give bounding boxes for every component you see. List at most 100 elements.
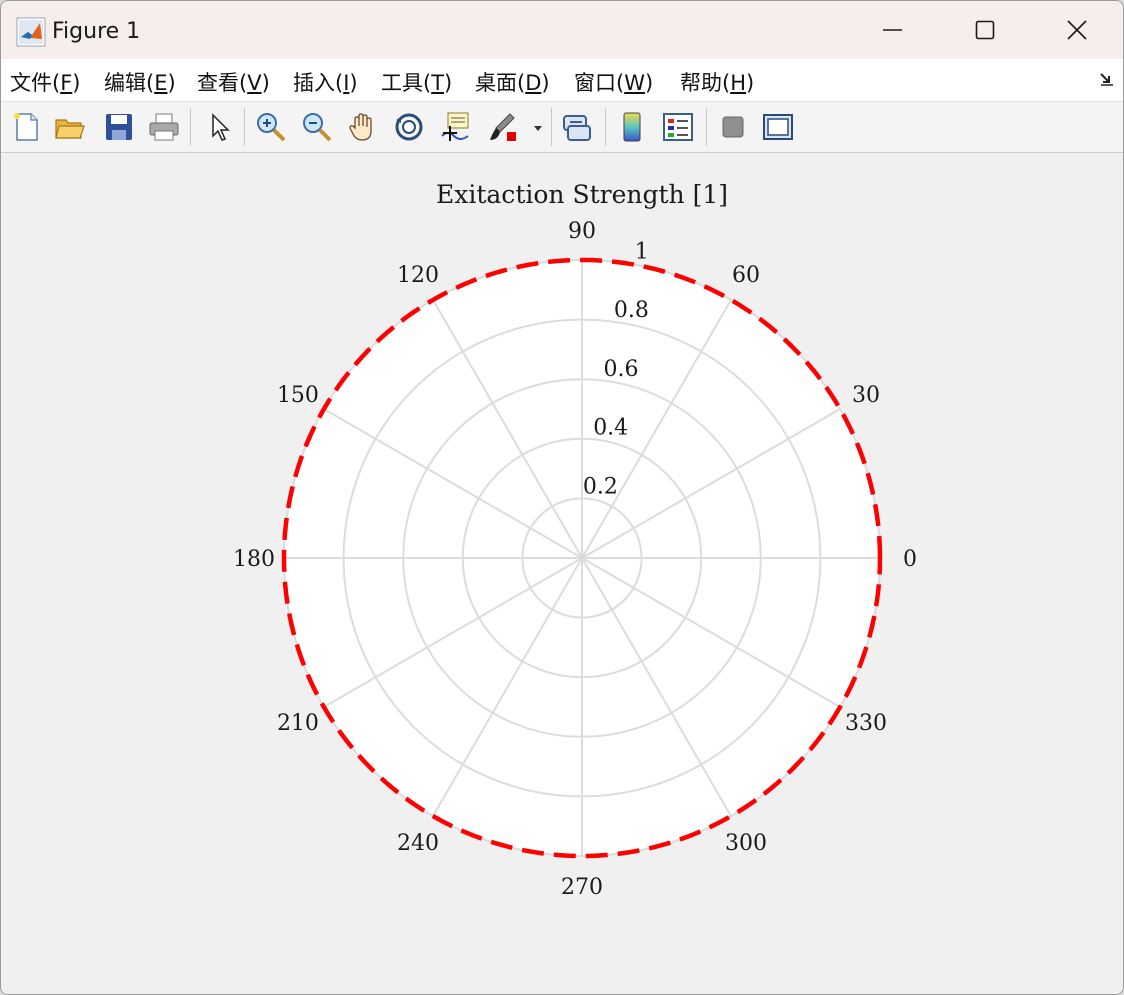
menu-desktop-suffix: ) bbox=[541, 71, 550, 95]
theta-tick-label: 120 bbox=[397, 263, 439, 288]
matlab-logo-icon bbox=[16, 17, 46, 47]
maximize-button[interactable] bbox=[939, 1, 1031, 59]
hide-plot-tools-button[interactable] bbox=[716, 110, 750, 144]
pointer-icon bbox=[212, 113, 230, 141]
menu-insert-label: 插入( bbox=[293, 71, 344, 95]
open-file-button[interactable] bbox=[53, 110, 87, 144]
save-button[interactable] bbox=[102, 110, 136, 144]
save-icon bbox=[106, 114, 132, 140]
dock-figure-icon[interactable] bbox=[1099, 71, 1115, 87]
new-figure-button[interactable] bbox=[9, 110, 43, 144]
menu-window[interactable]: 窗口(W) bbox=[574, 67, 653, 97]
menu-view[interactable]: 查看(V) bbox=[197, 67, 270, 97]
print-icon bbox=[149, 113, 179, 141]
close-button[interactable] bbox=[1031, 1, 1123, 59]
r-tick-label: 0.4 bbox=[593, 416, 628, 441]
menu-bar: 文件(F) 编辑(E) 查看(V) 插入(I) 工具(T) 桌面(D) 窗口(W… bbox=[1, 59, 1123, 102]
theta-tick-label: 60 bbox=[732, 263, 760, 288]
menu-view-label: 查看( bbox=[197, 71, 248, 95]
title-bar[interactable]: Figure 1 bbox=[1, 1, 1123, 59]
toolbar-separator bbox=[605, 108, 606, 146]
show-plot-tools-button[interactable] bbox=[761, 110, 795, 144]
colorbar-icon bbox=[623, 112, 641, 142]
pan-icon bbox=[349, 113, 372, 141]
menu-edit-label: 编辑( bbox=[104, 71, 155, 95]
link-plot-button[interactable] bbox=[560, 110, 594, 144]
menu-desktop[interactable]: 桌面(D) bbox=[475, 67, 550, 97]
rotate-3d-button[interactable] bbox=[392, 110, 426, 144]
theta-tick-label: 30 bbox=[852, 383, 880, 408]
brush-button[interactable] bbox=[486, 110, 520, 144]
menu-edit-suffix: ) bbox=[167, 71, 176, 95]
theta-tick-label: 300 bbox=[725, 831, 767, 856]
window-title: Figure 1 bbox=[52, 19, 141, 44]
r-tick-label: 0.2 bbox=[583, 474, 618, 499]
toolbar-separator bbox=[190, 108, 191, 146]
menu-insert-suffix: ) bbox=[349, 71, 358, 95]
toolbar-separator bbox=[706, 108, 707, 146]
menu-tools-label: 工具( bbox=[381, 71, 432, 95]
brush-dropdown-button[interactable] bbox=[531, 110, 545, 144]
menu-window-key: W bbox=[624, 71, 645, 95]
link-plot-icon bbox=[563, 115, 591, 141]
menu-insert[interactable]: 插入(I) bbox=[293, 67, 358, 97]
menu-window-label: 窗口( bbox=[574, 71, 625, 95]
figure-window: Figure 1 文件(F) 编辑(E) 查看(V) 插入(I) 工具(T) 桌… bbox=[0, 0, 1124, 995]
polar-axes-svg[interactable]: 0 30 60 90 120 150 180 210 240 270 300 330 0.2 0.4 0.6… bbox=[1, 153, 1123, 994]
menu-file-suffix: ) bbox=[72, 71, 81, 95]
menu-help-label: 帮助( bbox=[680, 71, 731, 95]
zoom-in-icon bbox=[257, 113, 286, 142]
theta-tick-label: 240 bbox=[397, 831, 439, 856]
menu-edit-key: E bbox=[154, 71, 168, 95]
menu-desktop-label: 桌面( bbox=[475, 71, 526, 95]
toolbar-separator bbox=[551, 108, 552, 146]
hide-plot-tools-icon bbox=[722, 116, 744, 138]
figure-toolbar bbox=[1, 102, 1123, 153]
open-file-icon bbox=[55, 119, 85, 139]
menu-file-key: F bbox=[60, 71, 73, 95]
menu-edit[interactable]: 编辑(E) bbox=[104, 67, 176, 97]
theta-tick-label: 210 bbox=[277, 711, 319, 736]
menu-desktop-key: D bbox=[525, 71, 542, 95]
r-tick-label: 0.8 bbox=[614, 298, 649, 323]
menu-tools[interactable]: 工具(T) bbox=[381, 67, 452, 97]
theta-tick-label: 270 bbox=[561, 875, 603, 900]
menu-file-label: 文件( bbox=[10, 71, 61, 95]
menu-help-key: H bbox=[730, 71, 746, 95]
menu-view-key: V bbox=[247, 71, 262, 95]
show-plot-tools-icon bbox=[763, 114, 793, 140]
minimize-button[interactable] bbox=[847, 1, 939, 59]
menu-help-suffix: ) bbox=[746, 71, 755, 95]
menu-tools-key: T bbox=[431, 71, 445, 95]
minimize-icon bbox=[883, 29, 902, 31]
edit-plot-button[interactable] bbox=[203, 110, 237, 144]
menu-view-suffix: ) bbox=[261, 71, 270, 95]
zoom-out-icon bbox=[303, 113, 332, 142]
theta-tick-label: 90 bbox=[568, 219, 596, 244]
theta-tick-label: 330 bbox=[845, 711, 887, 736]
polar-grid bbox=[283, 259, 881, 857]
rotate-3d-icon bbox=[395, 113, 423, 141]
brush-icon bbox=[490, 113, 516, 141]
legend-icon bbox=[663, 113, 693, 141]
menu-file[interactable]: 文件(F) bbox=[10, 67, 81, 97]
figure-canvas[interactable]: 0 30 60 90 120 150 180 210 240 270 300 330 0.2 0.4 0.6… bbox=[1, 153, 1123, 994]
maximize-icon bbox=[975, 20, 995, 40]
data-cursor-button[interactable] bbox=[438, 110, 472, 144]
zoom-in-button[interactable] bbox=[254, 110, 288, 144]
close-icon bbox=[1067, 20, 1087, 40]
plot-title: Exitaction Strength [1] bbox=[436, 180, 728, 209]
zoom-out-button[interactable] bbox=[300, 110, 334, 144]
data-cursor-icon bbox=[441, 112, 469, 141]
pan-button[interactable] bbox=[346, 110, 380, 144]
menu-window-suffix: ) bbox=[644, 71, 654, 95]
print-button[interactable] bbox=[147, 110, 181, 144]
insert-legend-button[interactable] bbox=[661, 110, 695, 144]
insert-colorbar-button[interactable] bbox=[615, 110, 649, 144]
theta-tick-label: 150 bbox=[277, 383, 319, 408]
new-figure-icon bbox=[14, 113, 38, 141]
menu-help[interactable]: 帮助(H) bbox=[680, 67, 754, 97]
r-tick-label: 0.6 bbox=[604, 357, 639, 382]
theta-tick-label: 180 bbox=[233, 547, 275, 572]
r-tick-label: 1 bbox=[635, 240, 649, 265]
